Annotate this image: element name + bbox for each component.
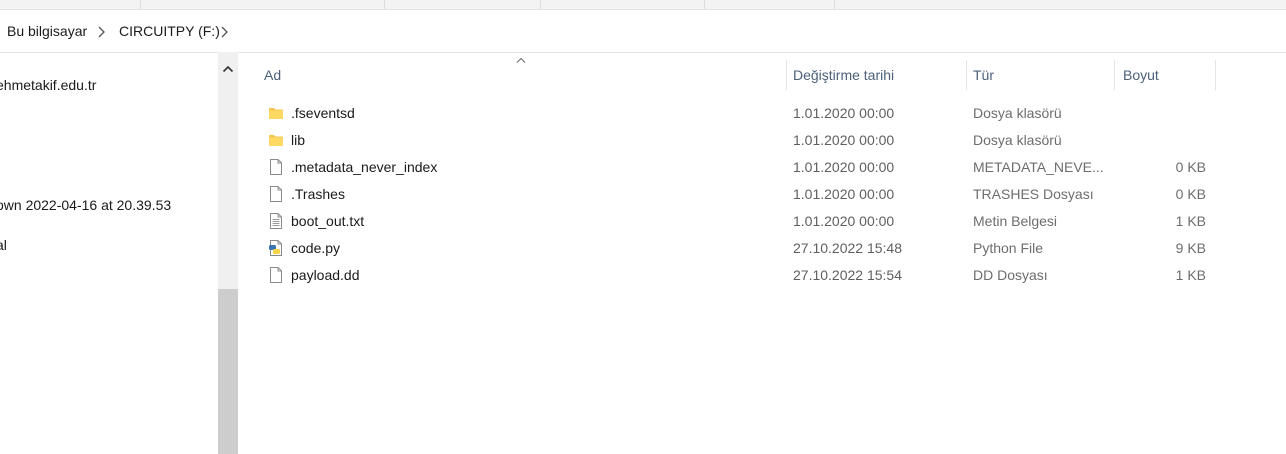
ribbon-separator (384, 0, 385, 9)
file-size: 0 KB (1175, 159, 1206, 175)
file-type: Dosya klasörü (973, 105, 1062, 121)
column-header-name[interactable]: Ad (256, 52, 786, 96)
file-row[interactable]: boot_out.txt 1.01.2020 00:00 Metin Belge… (238, 208, 1286, 235)
file-size: 1 KB (1175, 267, 1206, 283)
file-list: .fseventsd 1.01.2020 00:00 Dosya klasörü… (238, 100, 1286, 289)
scroll-up-button[interactable] (218, 52, 238, 86)
file-row[interactable]: payload.dd 27.10.2022 15:54 DD Dosyası 1… (238, 262, 1286, 289)
nav-item-local[interactable]: al (0, 237, 7, 253)
file-modified: 1.01.2020 00:00 (793, 132, 895, 148)
file-type: DD Dosyası (973, 267, 1048, 283)
file-size (1116, 127, 1206, 154)
address-bar[interactable]: Bu bilgisayar CIRCUITPY (F:) (0, 12, 1286, 53)
ribbon-separator (140, 0, 141, 9)
file-icon (270, 159, 282, 175)
file-type: TRASHES Dosyası (973, 186, 1094, 202)
ribbon-separator (834, 0, 835, 9)
file-type: METADATA_NEVE... (973, 159, 1103, 175)
ribbon-separator (704, 0, 705, 9)
file-modified: 27.10.2022 15:48 (793, 240, 902, 256)
navigation-pane: ehmetakif.edu.tr own 2022-04-16 at 20.39… (0, 52, 218, 454)
file-name: lib (291, 132, 306, 148)
file-row[interactable]: .metadata_never_index 1.01.2020 00:00 ME… (238, 154, 1286, 181)
file-modified: 1.01.2020 00:00 (793, 159, 895, 175)
file-name: payload.dd (291, 267, 360, 283)
file-name: boot_out.txt (291, 213, 365, 229)
nav-item-screenshot[interactable]: own 2022-04-16 at 20.39.53 (0, 197, 171, 213)
file-row[interactable]: lib 1.01.2020 00:00 Dosya klasörü (238, 127, 1286, 154)
chevron-up-icon (222, 65, 234, 73)
breadcrumb-this-pc[interactable]: Bu bilgisayar (7, 23, 87, 39)
file-icon (270, 267, 282, 283)
file-modified: 1.01.2020 00:00 (793, 105, 895, 121)
ribbon-strip (0, 0, 1286, 10)
python-file-icon (269, 240, 282, 256)
file-name: code.py (291, 240, 341, 256)
file-type: Python File (973, 240, 1044, 256)
file-icon (270, 186, 282, 202)
file-modified: 1.01.2020 00:00 (793, 186, 895, 202)
file-row[interactable]: code.py 27.10.2022 15:48 Python File 9 K… (238, 235, 1286, 262)
file-type: Metin Belgesi (973, 213, 1058, 229)
file-row[interactable]: .fseventsd 1.01.2020 00:00 Dosya klasörü (238, 100, 1286, 127)
folder-icon (269, 108, 283, 119)
text-file-icon (270, 213, 282, 229)
file-name: .Trashes (291, 186, 345, 202)
chevron-right-icon[interactable] (219, 24, 231, 40)
ribbon-separator (540, 0, 541, 9)
column-divider[interactable] (1215, 60, 1216, 90)
file-name: .fseventsd (291, 105, 355, 121)
file-modified: 1.01.2020 00:00 (793, 213, 895, 229)
column-header-size[interactable]: Boyut (1115, 52, 1215, 96)
nav-pane-scrollbar[interactable] (218, 52, 238, 454)
file-type: Dosya klasörü (973, 132, 1062, 148)
breadcrumb-drive[interactable]: CIRCUITPY (F:) (119, 23, 220, 39)
file-size: 0 KB (1175, 186, 1206, 202)
file-modified: 27.10.2022 15:54 (793, 267, 902, 283)
file-size: 1 KB (1175, 213, 1206, 229)
file-size (1116, 100, 1206, 127)
chevron-right-icon[interactable] (96, 24, 108, 40)
scroll-thumb[interactable] (218, 289, 238, 454)
column-header-modified[interactable]: Değiştirme tarihi (785, 52, 965, 96)
file-name: .metadata_never_index (291, 159, 438, 175)
column-header-row: Ad Değiştirme tarihi Tür Boyut (238, 52, 1286, 96)
file-size: 9 KB (1175, 240, 1206, 256)
folder-icon (269, 135, 283, 146)
column-header-type[interactable]: Tür (965, 52, 1115, 96)
file-row[interactable]: .Trashes 1.01.2020 00:00 TRASHES Dosyası… (238, 181, 1286, 208)
nav-item-account[interactable]: ehmetakif.edu.tr (0, 77, 96, 93)
